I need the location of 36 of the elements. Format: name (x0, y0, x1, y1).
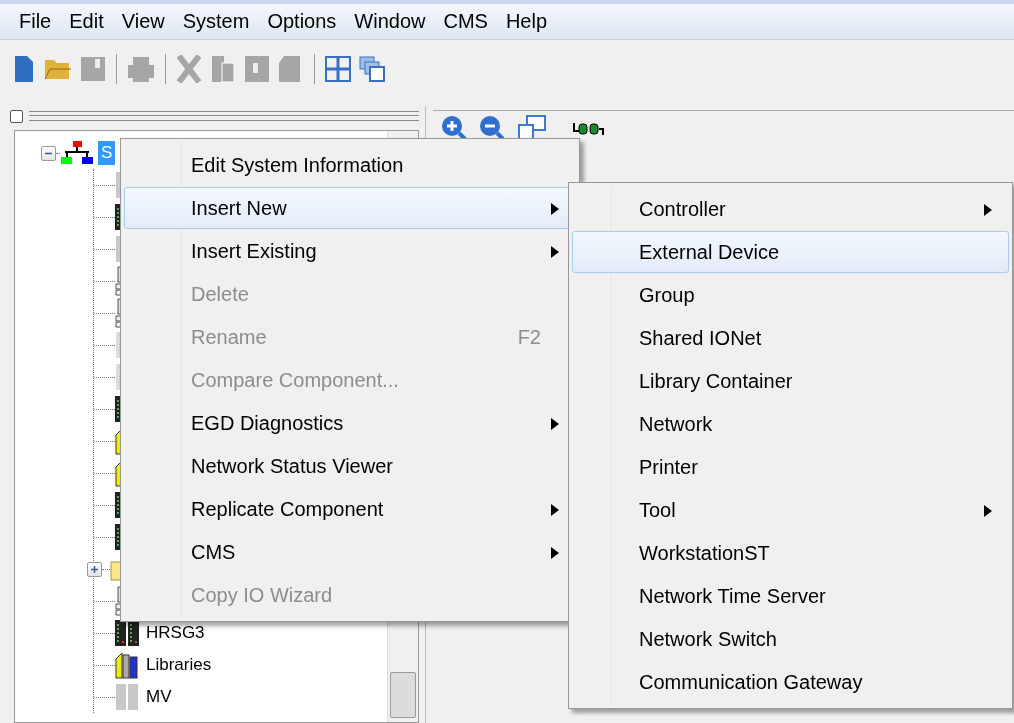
module-icon (115, 683, 139, 711)
menu-item[interactable]: Tool (572, 489, 1009, 531)
expander-button[interactable] (41, 145, 56, 161)
menu-item[interactable]: Help (496, 10, 557, 33)
menu-item[interactable]: External Device (572, 231, 1009, 273)
menu-item[interactable]: System (173, 10, 259, 33)
menu-item[interactable]: Group (572, 274, 1009, 316)
new-file-icon[interactable] (14, 55, 34, 83)
menu-item[interactable]: Library Container (572, 360, 1009, 402)
tree-item[interactable]: HRSG3 (143, 621, 208, 645)
menu-item[interactable]: Communication Gateway (572, 661, 1009, 703)
menu-item[interactable]: File (10, 10, 61, 33)
menu-item[interactable]: Edit (60, 10, 113, 33)
folder-icon[interactable] (42, 57, 72, 81)
tree-item[interactable]: MV (143, 685, 175, 709)
menu-item[interactable]: Network Time Server (572, 575, 1009, 617)
menu-item[interactable]: Window (345, 10, 435, 33)
books-icon (115, 651, 139, 679)
menu-item[interactable]: Network (572, 403, 1009, 445)
menu-item[interactable]: Options (258, 10, 346, 33)
cascade-windows-icon[interactable] (359, 56, 385, 82)
menu-item[interactable]: Shared IONet (572, 317, 1009, 359)
menu-item[interactable]: View (112, 10, 174, 33)
menu-item[interactable]: Printer (572, 446, 1009, 488)
expander-button[interactable] (87, 561, 102, 577)
tree-item[interactable]: Libraries (143, 653, 215, 677)
menu-item[interactable]: Network Switch (572, 618, 1009, 660)
tile-windows-icon[interactable] (325, 56, 351, 82)
network-icon (60, 140, 94, 166)
menu-item[interactable]: Edit System Information (124, 144, 576, 186)
plus-icon (90, 564, 99, 574)
rack-icon (115, 619, 139, 647)
menu-item[interactable]: CMS (434, 10, 497, 33)
pin-button[interactable] (10, 109, 23, 123)
menu-item[interactable]: WorkstationST (572, 532, 1009, 574)
copy-icon[interactable] (210, 55, 236, 83)
